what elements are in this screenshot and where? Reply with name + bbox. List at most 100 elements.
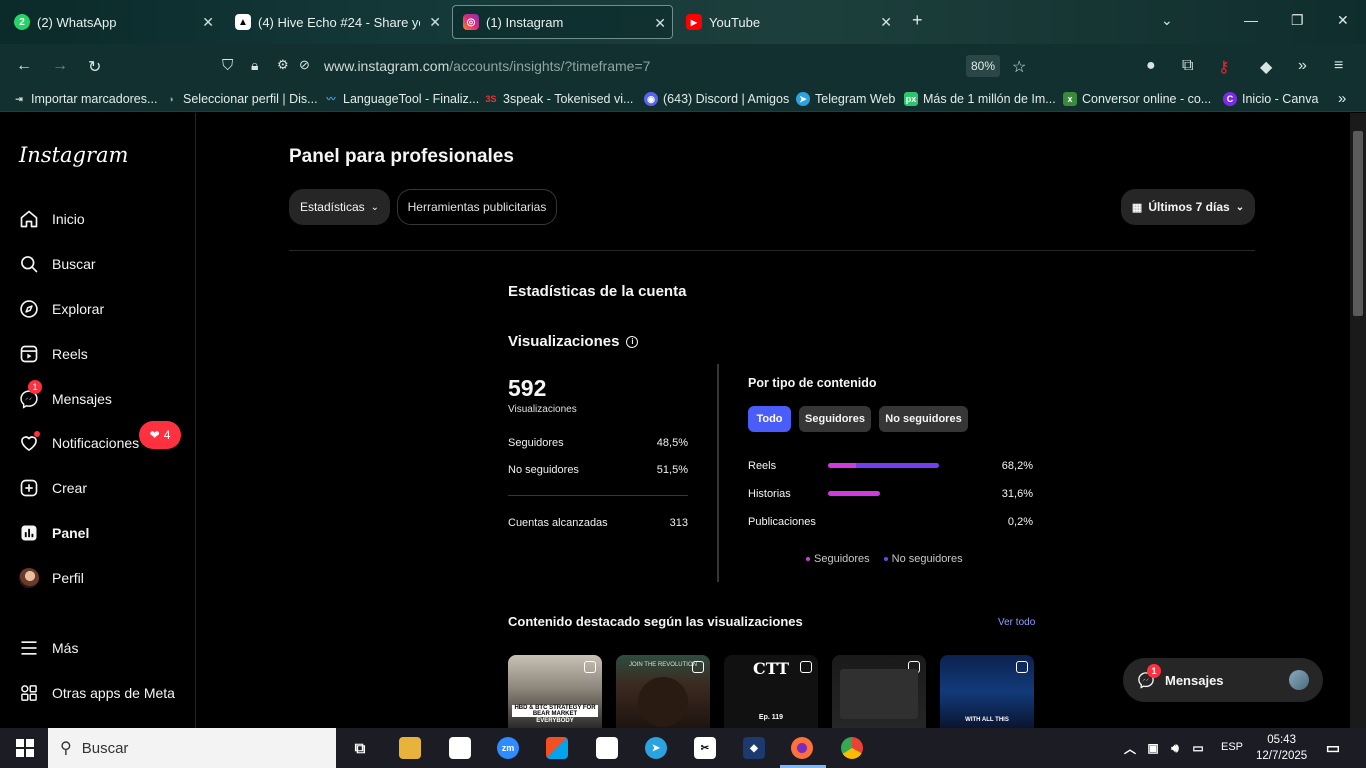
sidebar-item-label: Buscar bbox=[52, 256, 96, 272]
document-icon[interactable] bbox=[449, 737, 471, 759]
bookmark-telegram[interactable]: ➤ Telegram Web bbox=[796, 92, 895, 106]
zoom-level[interactable]: 80% bbox=[966, 55, 1000, 77]
chart-legend: Seguidores No seguidores bbox=[806, 553, 963, 565]
clock[interactable]: 05:43 12/7/2025 bbox=[1256, 732, 1307, 764]
stats-dropdown[interactable]: Estadísticas ⌄ bbox=[289, 189, 390, 225]
sidebar-item-reels[interactable]: Reels bbox=[18, 343, 88, 365]
bookmark-profile[interactable]: ◑ Seleccionar perfil | Dis... bbox=[164, 92, 317, 106]
minimize-button[interactable]: — bbox=[1244, 12, 1258, 28]
bookmark-3speak[interactable]: 3S 3speak - Tokenised vi... bbox=[484, 92, 633, 106]
close-icon[interactable]: ✕ bbox=[880, 14, 892, 31]
windows-taskbar: ⚲ Buscar ⧉ zm ➤ ✂ ◆ ︿ ▣ 🔊︎ ▭ ESP 05:43 12… bbox=[0, 728, 1366, 768]
see-all-link[interactable]: Ver todo bbox=[998, 617, 1035, 628]
tab-list-chevron-icon[interactable]: ⌄ bbox=[1161, 12, 1173, 29]
hive-keychain-icon[interactable]: ◆ bbox=[743, 737, 765, 759]
capcut-icon[interactable]: ✂ bbox=[694, 737, 716, 759]
video-call-icon[interactable]: ▣ bbox=[1142, 737, 1164, 759]
document-icon[interactable] bbox=[596, 737, 618, 759]
segment-todo[interactable]: Todo bbox=[748, 406, 791, 432]
content-thumbnail[interactable]: JOIN THE REVOLUTION bbox=[616, 655, 710, 728]
bookmark-import[interactable]: ⇥ Importar marcadores... bbox=[12, 92, 157, 106]
content-thumbnail[interactable]: HBD & BTC STRATEGY FOR BEAR MARKET EVERY… bbox=[508, 655, 602, 728]
menu-hamburger-icon[interactable]: ≡ bbox=[1334, 57, 1343, 75]
sidebar-item-mensajes[interactable]: 1 Mensajes bbox=[18, 380, 112, 410]
chevron-up-icon[interactable]: ︿ bbox=[1119, 737, 1141, 759]
sidebar-item-mas[interactable]: Más bbox=[18, 637, 78, 659]
sidebar-item-explorar[interactable]: Explorar bbox=[18, 298, 104, 320]
file-explorer-icon[interactable] bbox=[399, 737, 421, 759]
content-thumbnail[interactable] bbox=[832, 655, 926, 728]
window-close-button[interactable]: ✕ bbox=[1337, 12, 1349, 29]
sidebar-item-otras-apps[interactable]: Otras apps de Meta bbox=[18, 682, 175, 704]
page-scrollbar[interactable] bbox=[1350, 113, 1366, 728]
segment-seguidores[interactable]: Seguidores bbox=[799, 406, 871, 432]
microsoft-store-icon[interactable] bbox=[546, 737, 568, 759]
address-bar[interactable]: www.instagram.com/accounts/insights/?tim… bbox=[324, 58, 650, 74]
sidebar-item-label: Perfil bbox=[52, 570, 84, 586]
stats-dropdown-label: Estadísticas bbox=[299, 200, 365, 214]
zoom-app-icon[interactable]: zm bbox=[497, 737, 519, 759]
windows-start-icon[interactable] bbox=[14, 737, 36, 759]
volume-icon[interactable]: 🔊︎ bbox=[1164, 737, 1186, 759]
bar-row: Publicaciones 0,2% bbox=[748, 516, 1033, 530]
extension-honey-icon[interactable]: ● bbox=[1146, 57, 1156, 75]
info-icon[interactable]: i bbox=[626, 335, 639, 348]
task-view-icon[interactable]: ⧉ bbox=[349, 737, 371, 759]
overflow-chevrons-icon[interactable]: » bbox=[1298, 57, 1307, 75]
notification-center-icon[interactable]: ▭ bbox=[1322, 737, 1344, 759]
sidebar-item-notificaciones[interactable]: Notificaciones bbox=[18, 431, 139, 454]
camera-off-icon[interactable]: ⊘ bbox=[299, 57, 310, 73]
ad-tools-button[interactable]: Herramientas publicitarias bbox=[397, 189, 557, 225]
extensions-puzzle-icon[interactable]: ⧉ bbox=[1182, 57, 1193, 75]
close-icon[interactable]: ✕ bbox=[202, 14, 214, 31]
browser-nav-bar: ← → ↻ ⛉ 🔒︎ ⚙ ⊘ ☆ ● ⧉ ⚷ ◆ » ≡ bbox=[0, 44, 1366, 88]
dashboard-icon bbox=[18, 522, 40, 544]
segment-no-seguidores[interactable]: No seguidores bbox=[879, 406, 968, 432]
close-icon[interactable]: ✕ bbox=[429, 14, 441, 31]
tab-youtube[interactable]: ▶ YouTube ✕ bbox=[676, 5, 898, 39]
notifications-bubble[interactable]: ❤ 4 bbox=[139, 421, 181, 449]
close-icon[interactable]: ✕ bbox=[654, 15, 666, 32]
bookmark-discord[interactable]: ◉ (643) Discord | Amigos bbox=[644, 92, 789, 106]
content-thumbnail[interactable]: WITH ALL THIS bbox=[940, 655, 1034, 728]
reload-icon[interactable]: ↻ bbox=[88, 57, 101, 77]
date-range-dropdown[interactable]: ▦ Últimos 7 días ⌄ bbox=[1121, 189, 1255, 225]
url-path: /accounts/insights/?timeframe=7 bbox=[449, 58, 651, 74]
tab-whatsapp[interactable]: 2 (2) WhatsApp ✕ bbox=[4, 5, 220, 39]
instagram-logo[interactable]: Instagram bbox=[19, 143, 128, 167]
bookmarks-overflow-icon[interactable]: » bbox=[1338, 90, 1346, 107]
sidebar-item-crear[interactable]: Crear bbox=[18, 477, 87, 499]
content-thumbnail[interactable]: CTT Ep. 119 bbox=[724, 655, 818, 728]
nonfollowers-value: 51,5% bbox=[656, 464, 688, 476]
bookmark-converter[interactable]: x Conversor online - co... bbox=[1063, 92, 1211, 106]
shield-icon[interactable]: ⛉ bbox=[222, 57, 233, 74]
sidebar-item-panel[interactable]: Panel bbox=[18, 522, 89, 544]
extension-key-icon[interactable]: ⚷ bbox=[1218, 57, 1230, 77]
taskbar-search[interactable]: ⚲ Buscar bbox=[48, 728, 336, 768]
tab-instagram[interactable]: ◎ (1) Instagram ✕ bbox=[452, 5, 673, 39]
extension-hive-keychain-icon[interactable]: ◆ bbox=[1260, 57, 1272, 77]
back-arrow-icon[interactable]: ← bbox=[16, 57, 32, 75]
permissions-icon[interactable]: ⚙ bbox=[277, 57, 289, 73]
tab-hive-echo[interactable]: ▲ (4) Hive Echo #24 - Share your ✕ bbox=[225, 5, 447, 39]
forward-arrow-icon[interactable]: → bbox=[52, 57, 68, 75]
bookmark-star-icon[interactable]: ☆ bbox=[1012, 57, 1026, 77]
firefox-icon[interactable] bbox=[791, 737, 813, 759]
language-indicator[interactable]: ESP bbox=[1221, 741, 1243, 753]
sidebar-item-buscar[interactable]: Buscar bbox=[18, 253, 96, 275]
sidebar-item-perfil[interactable]: Perfil bbox=[18, 567, 84, 589]
messages-floating-button[interactable]: 1 Mensajes bbox=[1123, 658, 1323, 702]
bookmark-canva[interactable]: C Inicio - Canva bbox=[1223, 92, 1318, 106]
telegram-icon[interactable]: ➤ bbox=[645, 737, 667, 759]
restore-button[interactable]: ❐ bbox=[1291, 12, 1304, 29]
chrome-icon[interactable] bbox=[841, 737, 863, 759]
network-icon[interactable]: ▭ bbox=[1187, 737, 1209, 759]
lock-icon[interactable]: 🔒︎ bbox=[251, 57, 258, 74]
bookmark-languagetool[interactable]: 〰 LanguageTool - Finaliz... bbox=[324, 92, 479, 106]
new-tab-button[interactable]: + bbox=[912, 10, 923, 31]
sidebar-item-inicio[interactable]: Inicio bbox=[18, 208, 85, 230]
thumbnail-text: Ep. 119 bbox=[758, 714, 784, 721]
scrollbar-thumb[interactable] bbox=[1353, 131, 1363, 316]
bookmark-pixabay[interactable]: px Más de 1 millón de Im... bbox=[904, 92, 1056, 106]
languagetool-icon: 〰 bbox=[326, 94, 336, 104]
